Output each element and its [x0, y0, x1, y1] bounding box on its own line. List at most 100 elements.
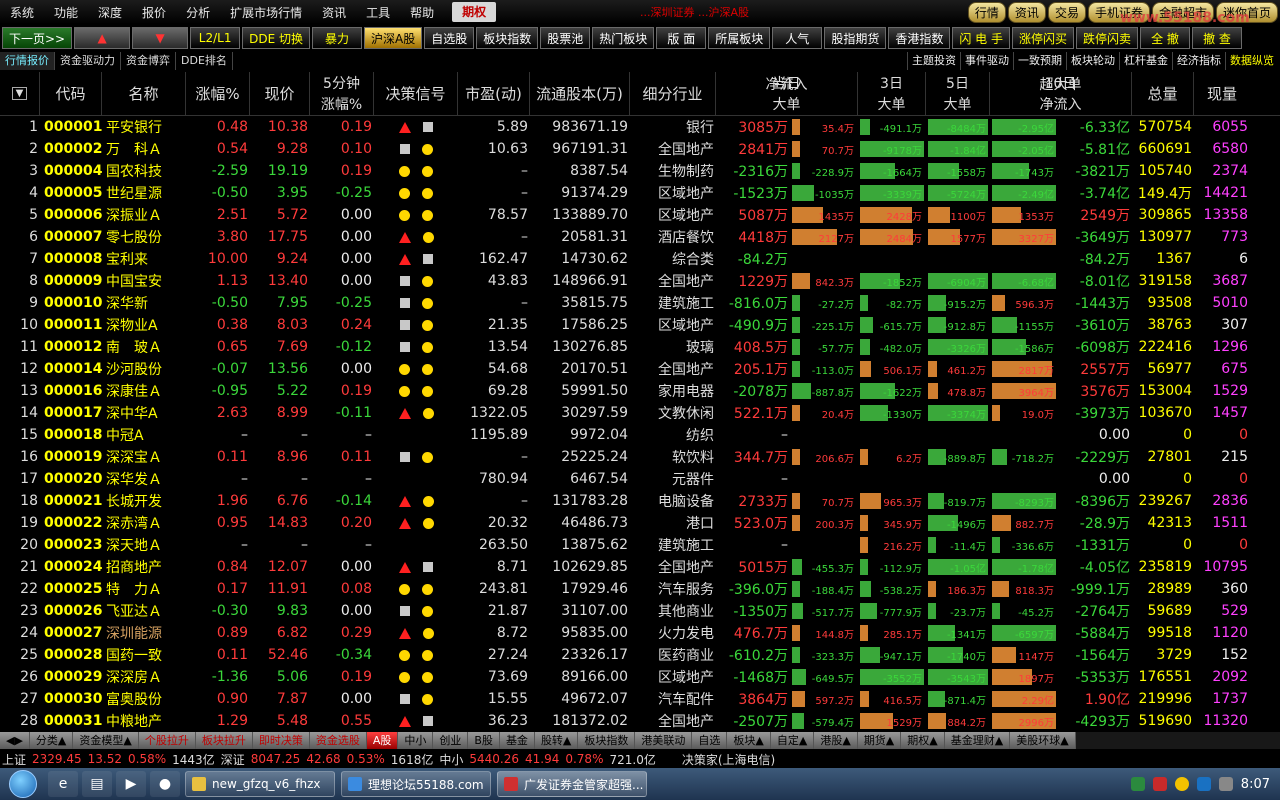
toolbar-button-0[interactable]: 下一页>>	[2, 27, 73, 49]
firefox-icon[interactable]: ●	[150, 771, 180, 797]
toolbar-button-1[interactable]: ▲	[74, 27, 131, 49]
header-name[interactable]: 名称	[102, 72, 186, 115]
menu-item-1[interactable]: 功能	[44, 4, 88, 21]
header-5d[interactable]: 5日 大单	[926, 72, 990, 115]
table-row[interactable]: 7 000008 宝利来 10.00 9.24 0.00 162.47 14730.62 综合类…	[0, 248, 1280, 270]
menu-item-4[interactable]: 分析	[176, 4, 220, 21]
menu-item-6[interactable]: 资讯	[312, 4, 356, 21]
header-5min[interactable]: 5分钟 涨幅%	[310, 72, 374, 115]
toolbar-button-9[interactable]: 股票池	[540, 27, 591, 49]
function-tab-right-6[interactable]: 数据纵览	[1225, 52, 1278, 70]
bottom-tab-3[interactable]: 板块拉升	[195, 732, 253, 749]
bottom-tab-8[interactable]: 创业	[433, 732, 469, 749]
bottom-tab-7[interactable]: 中小	[398, 732, 434, 749]
menu-item-options[interactable]: 期权	[452, 2, 497, 22]
toolbar-button-6[interactable]: 沪深A股	[364, 27, 423, 49]
header-3d[interactable]: 3日 大单	[858, 72, 926, 115]
bottom-tab-12[interactable]: 板块指数	[578, 732, 636, 749]
bottom-tab-16[interactable]: 自定▲	[770, 732, 815, 749]
function-tab-0[interactable]: 行情报价	[0, 52, 55, 70]
header-price[interactable]: 现价	[250, 72, 310, 115]
bottom-tab-6[interactable]: A股	[366, 732, 399, 749]
bottom-tab-10[interactable]: 基金	[499, 732, 535, 749]
table-row[interactable]: 1 000001 平安银行 0.48 10.38 0.19 5.89 983671.19 银行 3…	[0, 116, 1280, 138]
taskbar-task-2[interactable]: 广发证券金管家超强...	[497, 771, 647, 797]
table-row[interactable]: 10 000011 深物业A 0.38 8.03 0.24 21.35 17586.25 区域地…	[0, 314, 1280, 336]
table-row[interactable]: 8 000009 中国宝安 1.13 13.40 0.00 43.83 148966.91 全国…	[0, 270, 1280, 292]
table-row[interactable]: 18 000021 长城开发 1.96 6.76 -0.14 – 131783.28 电脑设备 2…	[0, 490, 1280, 512]
table-row[interactable]: 21 000024 招商地产 0.84 12.07 0.00 8.71 102629.85 全国…	[0, 556, 1280, 578]
tray-plus-icon[interactable]	[1174, 777, 1189, 791]
header-volume[interactable]: 总量	[1132, 72, 1194, 115]
bottom-tab-4[interactable]: 即时决策	[252, 732, 310, 749]
table-row[interactable]: 11 000012 南 玻Ａ 0.65 7.69 -0.12 13.54 130276.85 玻…	[0, 336, 1280, 358]
toolbar-button-19[interactable]: 全 撤	[1140, 27, 1191, 49]
tray-volume-icon[interactable]	[1218, 777, 1233, 791]
toolbar-button-15[interactable]: 香港指数	[888, 27, 951, 49]
bottom-tab-20[interactable]: 基金理财▲	[944, 732, 1011, 749]
bottom-tab-15[interactable]: 板块▲	[727, 732, 771, 749]
table-row[interactable]: 17 000020 深华发Ａ – – – 780.94 6467.54 元器件 – 0.00 0 0	[0, 468, 1280, 490]
bottom-tab-14[interactable]: 自选	[692, 732, 728, 749]
taskbar-task-1[interactable]: 理想论坛55188.com	[341, 771, 491, 797]
bottom-tab-19[interactable]: 期权▲	[901, 732, 945, 749]
bottom-tab-11[interactable]: 股转▲	[534, 732, 579, 749]
toolbar-button-4[interactable]: DDE 切换	[242, 27, 311, 49]
bottom-tab-0[interactable]: 分类▲	[29, 732, 74, 749]
bottom-tab-9[interactable]: B股	[468, 732, 500, 749]
toolbar-button-10[interactable]: 热门板块	[592, 27, 655, 49]
toolbar-button-13[interactable]: 人气	[772, 27, 823, 49]
scroll-arrows-icon[interactable]: ◀▶	[0, 732, 30, 749]
top-button-2[interactable]: 交易	[1047, 2, 1086, 23]
header-10d[interactable]: 10日 超大单净流入	[990, 72, 1132, 115]
function-tab-right-0[interactable]: 主题投资	[907, 52, 960, 70]
clock[interactable]: 8:07	[1241, 777, 1270, 792]
header-signal[interactable]: 决策信号	[374, 72, 458, 115]
header-change[interactable]: 涨幅%	[186, 72, 250, 115]
header-current-volume[interactable]: 现量	[1194, 72, 1250, 115]
table-row[interactable]: 24 000027 深圳能源 0.89 6.82 0.29 8.72 95835.00 火力发电…	[0, 622, 1280, 644]
table-row[interactable]: 3 000004 国农科技 -2.59 19.19 0.19 – 8387.54 生物制药 -23…	[0, 160, 1280, 182]
table-row[interactable]: 5 000006 深振业Ａ 2.51 5.72 0.00 78.57 133889.70 区域地…	[0, 204, 1280, 226]
table-row[interactable]: 23 000026 飞亚达Ａ -0.30 9.83 0.00 21.87 31107.00 其他…	[0, 600, 1280, 622]
table-row[interactable]: 28 000031 中粮地产 1.29 5.48 0.55 36.23 181372.02 全国…	[0, 710, 1280, 732]
tray-shield-icon[interactable]	[1130, 777, 1145, 791]
header-industry[interactable]: 细分行业	[630, 72, 716, 115]
menu-item-0[interactable]: 系统	[0, 4, 44, 21]
header-float[interactable]: 流通股本(万)	[530, 72, 630, 115]
table-row[interactable]: 9 000010 深华新 -0.50 7.95 -0.25 – 35815.75 建筑施工 -81…	[0, 292, 1280, 314]
toolbar-button-5[interactable]: 暴力	[312, 27, 363, 49]
toolbar-button-17[interactable]: 涨停闪买	[1011, 27, 1074, 49]
media-icon[interactable]: ▶	[116, 771, 146, 797]
bottom-tab-17[interactable]: 港股▲	[814, 732, 858, 749]
bottom-tab-21[interactable]: 美股环球▲	[1010, 732, 1076, 749]
table-row[interactable]: 25 000028 国药一致 0.11 52.46 -0.34 27.24 23326.17 医…	[0, 644, 1280, 666]
bottom-tab-18[interactable]: 期货▲	[857, 732, 902, 749]
table-row[interactable]: 20 000023 深天地Ａ – – – 263.50 13875.62 建筑施工 – 216.2万…	[0, 534, 1280, 556]
function-tab-right-4[interactable]: 杠杆基金	[1119, 52, 1172, 70]
table-row[interactable]: 26 000029 深深房Ａ -1.36 5.06 0.19 73.69 89166.00 区域…	[0, 666, 1280, 688]
header-pe[interactable]: 市盈(动)	[458, 72, 530, 115]
toolbar-button-20[interactable]: 撤 查	[1192, 27, 1243, 49]
header-today[interactable]: 当日 净流入大单	[716, 72, 858, 115]
table-row[interactable]: 19 000022 深赤湾Ａ 0.95 14.83 0.20 20.32 46486.73 港口…	[0, 512, 1280, 534]
toolbar-button-2[interactable]: ▼	[132, 27, 189, 49]
ie-icon[interactable]: e	[48, 771, 78, 797]
header-code[interactable]: 代码	[40, 72, 102, 115]
function-tab-right-1[interactable]: 事件驱动	[960, 52, 1013, 70]
function-tab-3[interactable]: DDE排名	[176, 52, 233, 70]
toolbar-button-16[interactable]: 闪 电 手	[952, 27, 1010, 49]
function-tab-right-3[interactable]: 板块轮动	[1066, 52, 1119, 70]
sort-menu-button[interactable]: ▼	[0, 72, 40, 115]
toolbar-button-8[interactable]: 板块指数	[476, 27, 539, 49]
bottom-tab-1[interactable]: 资金模型▲	[73, 732, 139, 749]
table-row[interactable]: 22 000025 特 力Ａ 0.17 11.91 0.08 243.81 17929.46 汽…	[0, 578, 1280, 600]
toolbar-button-11[interactable]: 版 面	[656, 27, 707, 49]
bottom-tab-13[interactable]: 港美联动	[635, 732, 693, 749]
table-row[interactable]: 12 000014 沙河股份 -0.07 13.56 0.00 54.68 20170.51 全…	[0, 358, 1280, 380]
toolbar-button-14[interactable]: 股指期货	[824, 27, 887, 49]
top-button-0[interactable]: 行情	[967, 2, 1006, 23]
bottom-tab-5[interactable]: 资金选股	[309, 732, 367, 749]
table-row[interactable]: 27 000030 富奥股份 0.90 7.87 0.00 15.55 49672.07 汽车配…	[0, 688, 1280, 710]
tray-app-icon[interactable]	[1152, 777, 1167, 791]
